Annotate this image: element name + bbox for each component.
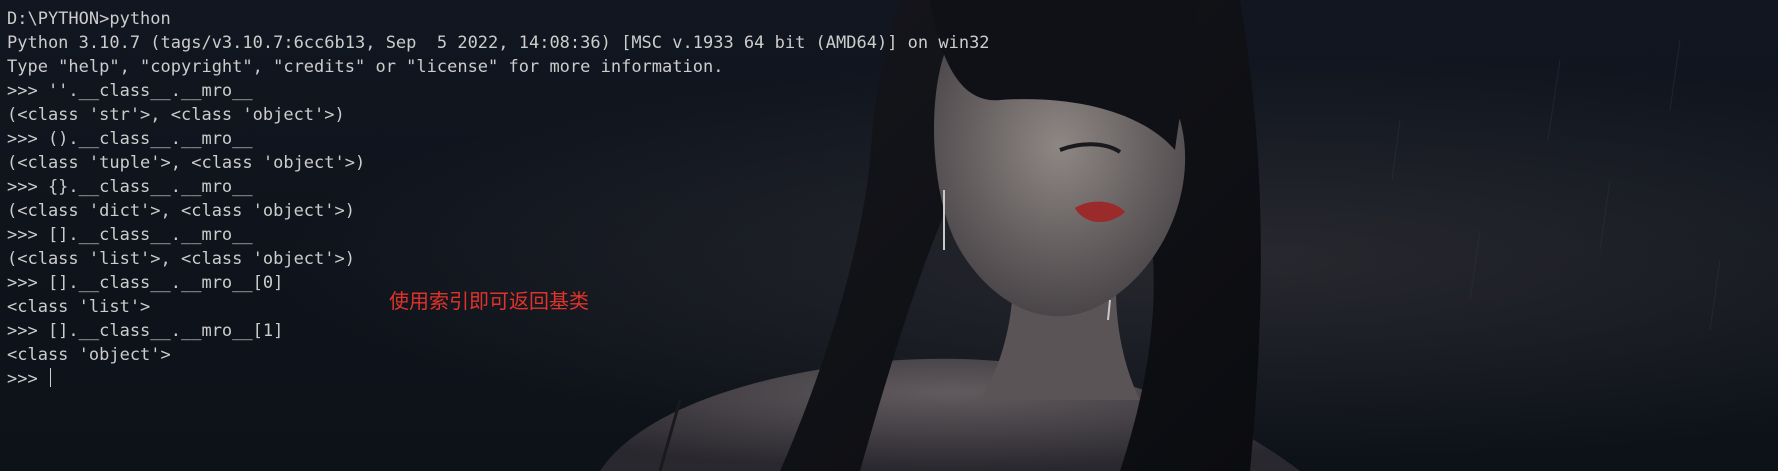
terminal-line: >>> ().__class__.__mro__ (7, 129, 253, 149)
terminal-line: D:\PYTHON>python (7, 9, 171, 29)
terminal-line: (<class 'dict'>, <class 'object'>) (7, 201, 355, 221)
terminal-input-line[interactable]: >>> (7, 367, 990, 391)
terminal-line: (<class 'list'>, <class 'object'>) (7, 249, 355, 269)
terminal-line: (<class 'tuple'>, <class 'object'>) (7, 153, 366, 173)
terminal-line: >>> [].__class__.__mro__ (7, 225, 253, 245)
terminal-line: >>> {}.__class__.__mro__ (7, 177, 253, 197)
terminal-line: <class 'object'> (7, 345, 171, 365)
prompt: >>> (7, 369, 48, 389)
terminal-line: >>> ''.__class__.__mro__ (7, 81, 253, 101)
terminal-line: Python 3.10.7 (tags/v3.10.7:6cc6b13, Sep… (7, 33, 990, 53)
terminal-output[interactable]: D:\PYTHON>python Python 3.10.7 (tags/v3.1… (7, 7, 990, 391)
text-cursor (49, 368, 51, 387)
terminal-line: >>> [].__class__.__mro__[1] (7, 321, 284, 341)
terminal-window[interactable]: D:\PYTHON>python Python 3.10.7 (tags/v3.1… (0, 0, 1778, 471)
annotation-note: 使用索引即可返回基类 (389, 289, 589, 313)
terminal-line: (<class 'str'>, <class 'object'>) (7, 105, 345, 125)
terminal-line: Type "help", "copyright", "credits" or "… (7, 57, 724, 77)
